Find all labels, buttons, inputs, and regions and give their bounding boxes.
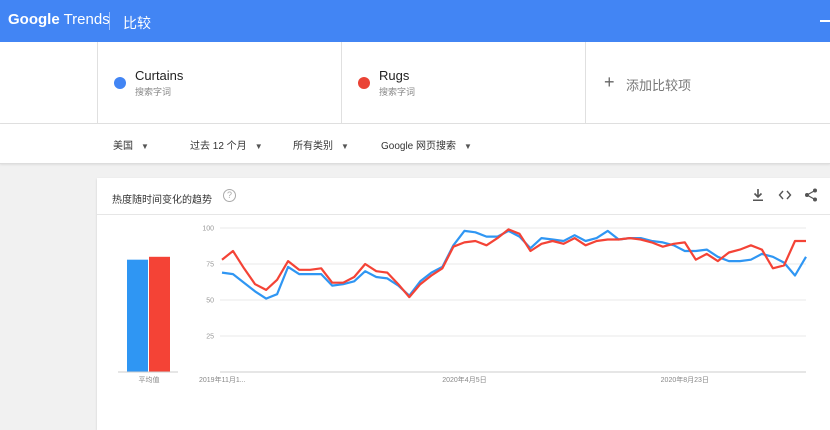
y-tick-label: 100 [202,226,214,233]
y-tick-label: 75 [206,262,214,269]
x-tick-label: 2020年8月23日 [661,375,709,384]
series-line-rugs [221,228,806,299]
x-tick-label: 2020年4月5日 [442,375,486,384]
y-tick-label: 50 [206,298,214,305]
series-line-curtains [221,229,807,300]
y-tick-label: 25 [206,334,214,341]
x-tick-label: 2019年11月1... [199,375,246,384]
trend-chart: 25 50 75 100 2019年11月1... 2020年4月5日 2020年8月23日… [118,226,807,384]
average-label: 平均值 [139,375,160,384]
average-bar-curtains [127,259,148,372]
average-bar-rugs [149,256,170,372]
